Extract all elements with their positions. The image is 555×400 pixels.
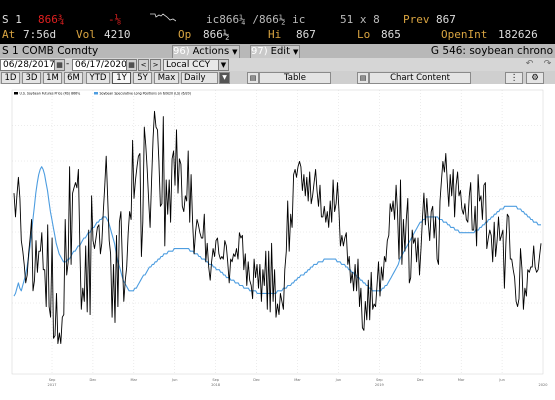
open-interest: 182626 bbox=[498, 28, 538, 41]
open-price: 866½ bbox=[203, 28, 230, 41]
scroll-right-icon[interactable]: > bbox=[150, 59, 161, 71]
settings-icon[interactable]: ⋮ bbox=[505, 72, 523, 84]
plot-frame bbox=[11, 89, 544, 375]
range-ytd-button[interactable]: YTD bbox=[86, 72, 110, 84]
security-title: S 1 COMB Comdty bbox=[2, 45, 99, 57]
range-1y-button[interactable]: 1Y bbox=[112, 72, 131, 84]
chart-content-button[interactable]: Chart Content bbox=[369, 72, 471, 84]
gear-icon[interactable]: ⚙ bbox=[526, 72, 544, 84]
last-time: 7:56d bbox=[23, 28, 57, 41]
currency-select[interactable]: Local CCY bbox=[163, 59, 219, 71]
chart-type-icon[interactable]: ▤ bbox=[247, 72, 259, 84]
x-year-label: 2020 bbox=[539, 383, 548, 387]
legend-label: U.S. Soybean Futures Price (RS) 866¾ bbox=[20, 92, 81, 96]
chevron-down-icon: ▼ bbox=[232, 48, 238, 56]
legend-label: Soybean Speculative Long Positions on 6/… bbox=[100, 92, 191, 96]
calendar-icon[interactable]: ▦ bbox=[126, 59, 137, 71]
calendar-icon[interactable]: ▦ bbox=[54, 59, 65, 71]
at-label: At bbox=[2, 28, 16, 41]
x-year-label: 2018 bbox=[211, 383, 220, 387]
legend-swatch bbox=[94, 92, 98, 95]
actions-menu[interactable]: 96) Actions ▼ bbox=[172, 45, 240, 59]
x-year-label: 2019 bbox=[375, 383, 384, 387]
x-tick-label: Jun bbox=[335, 378, 341, 382]
last-price: 866¾ bbox=[38, 13, 65, 26]
chart-toolbar: 1D 3D 1M 6M YTD 1Y 5Y Max Daily ▼ ▤ Tabl… bbox=[0, 71, 555, 84]
actions-label: Actions bbox=[192, 46, 230, 57]
date-separator: - bbox=[66, 59, 70, 69]
x-year-label: 2017 bbox=[48, 383, 57, 387]
table-button[interactable]: Table bbox=[259, 72, 331, 84]
range-1d-button[interactable]: 1D bbox=[1, 72, 20, 84]
chart-type-icon[interactable]: ▤ bbox=[357, 72, 369, 84]
bid-ask: ic866¼ /866½ ic bbox=[206, 13, 306, 26]
x-tick-label: Mar bbox=[131, 378, 138, 382]
actions-number: 96) bbox=[173, 46, 190, 57]
x-tick-label: Dec bbox=[253, 378, 260, 382]
low-label: Lo bbox=[357, 28, 371, 41]
chart-area[interactable]: U.S. Soybean Futures Price (RS) 866¾ Soyb… bbox=[0, 84, 555, 400]
range-6m-button[interactable]: 6M bbox=[64, 72, 83, 84]
scroll-left-icon[interactable]: < bbox=[138, 59, 149, 71]
chevron-down-icon[interactable]: ▼ bbox=[218, 59, 229, 71]
bid-ask-size: 51 x 8 bbox=[340, 13, 380, 26]
x-tick-label: Sep bbox=[49, 378, 56, 382]
low-price: 865 bbox=[381, 28, 401, 41]
line-chart[interactable]: U.S. Soybean Futures Price (RS) 866¾ Soyb… bbox=[0, 84, 555, 400]
title-bar: S 1 COMB Comdty 96) Actions ▼ 97) Edit ▼ G 5… bbox=[0, 44, 555, 59]
quote-bar: S 1 866¾ -⅛ ic866¼ /866½ ic 51 x 8 Prev … bbox=[0, 0, 555, 44]
high-price: 867 bbox=[296, 28, 316, 41]
range-1m-button[interactable]: 1M bbox=[43, 72, 62, 84]
x-tick-label: Sep bbox=[376, 378, 383, 382]
undo-icon[interactable]: ↶ bbox=[522, 58, 537, 71]
chart-name: G 546: soybean chrono bbox=[430, 45, 553, 57]
range-max-button[interactable]: Max bbox=[154, 72, 179, 84]
sparkline-icon bbox=[150, 11, 177, 23]
start-date-input[interactable]: 06/28/2017 bbox=[0, 59, 58, 71]
x-tick-label: Mar bbox=[294, 378, 301, 382]
edit-label: Edit bbox=[270, 46, 291, 57]
redo-icon[interactable]: ↷ bbox=[540, 58, 555, 71]
ticker: S 1 bbox=[2, 13, 22, 26]
chevron-down-icon[interactable]: ▼ bbox=[219, 72, 230, 84]
frequency-select[interactable]: Daily bbox=[181, 72, 218, 84]
legend-swatch bbox=[14, 92, 18, 95]
volume: 4210 bbox=[104, 28, 131, 41]
x-tick-label: Sep bbox=[212, 378, 219, 382]
volume-label: Vol bbox=[76, 28, 96, 41]
prev-label: Prev bbox=[403, 13, 430, 26]
range-5y-button[interactable]: 5Y bbox=[133, 72, 152, 84]
x-tick-label: Jun bbox=[498, 378, 504, 382]
open-label: Op bbox=[178, 28, 192, 41]
open-interest-label: OpenInt bbox=[441, 28, 488, 41]
chevron-down-icon: ▼ bbox=[293, 48, 299, 56]
prev-close: 867 bbox=[436, 13, 456, 26]
x-tick-label: Dec bbox=[417, 378, 424, 382]
date-range-bar: 06/28/2017 ▦ - 06/17/2020 ▦ < > Local CC… bbox=[0, 58, 555, 71]
net-change: -⅛ bbox=[108, 13, 122, 26]
edit-menu[interactable]: 97) Edit ▼ bbox=[250, 45, 300, 59]
x-tick-label: Jun bbox=[171, 378, 177, 382]
x-tick-label: Mar bbox=[458, 378, 465, 382]
x-tick-label: Dec bbox=[90, 378, 97, 382]
high-label: Hi bbox=[268, 28, 282, 41]
range-3d-button[interactable]: 3D bbox=[22, 72, 41, 84]
end-date-input[interactable]: 06/17/2020 bbox=[72, 59, 130, 71]
edit-number: 97) bbox=[251, 46, 268, 57]
